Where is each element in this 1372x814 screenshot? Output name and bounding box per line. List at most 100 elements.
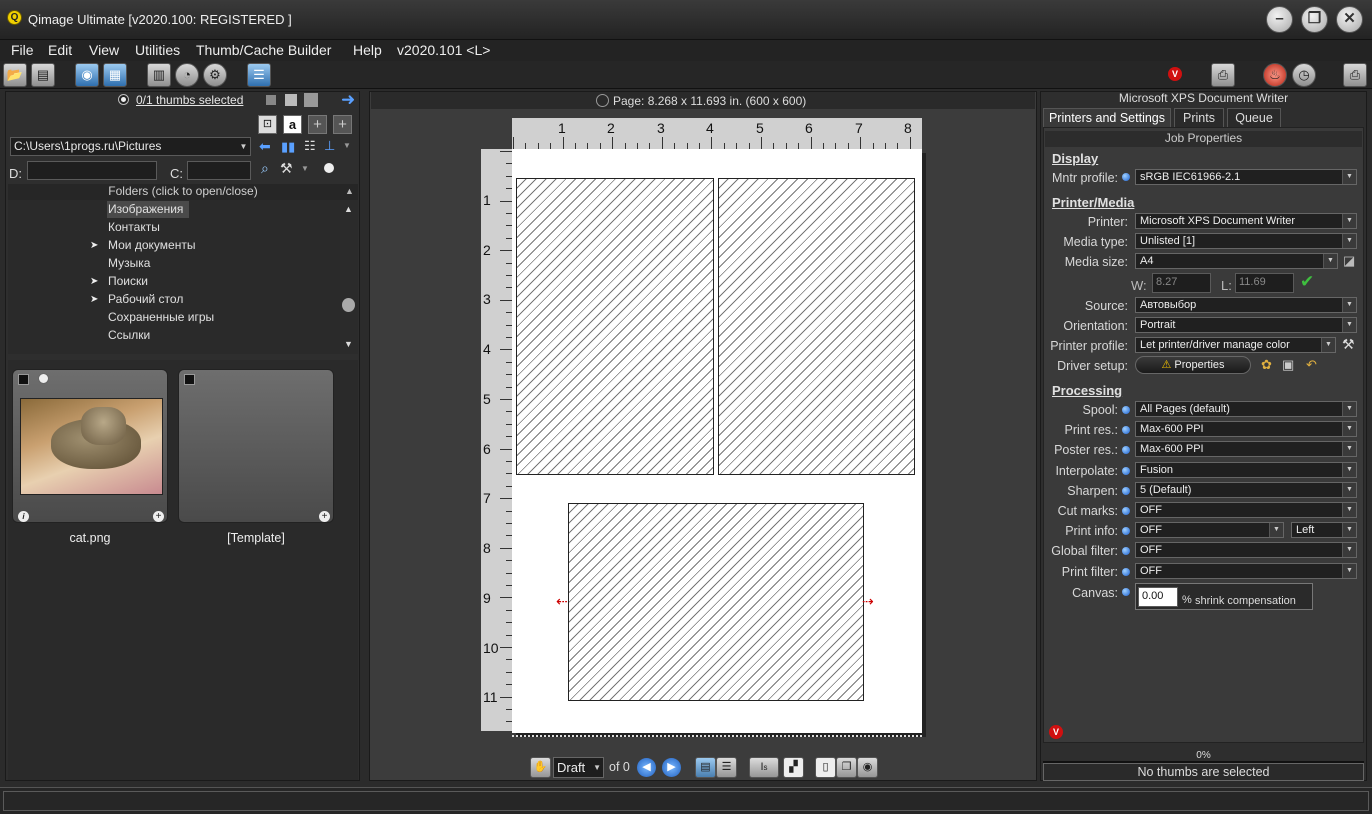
thumb-add-icon[interactable]: + [153,511,164,522]
print-res-select[interactable]: Max-600 PPI ▼ [1135,421,1357,438]
large-square-icon[interactable] [304,93,318,107]
thumb-radio[interactable] [38,373,49,384]
print-frame-2[interactable] [718,178,915,475]
open-folder-icon[interactable]: 📂 [3,63,27,87]
profile-tools-icon[interactable]: ⚒ [1342,336,1355,353]
folder-item[interactable]: Ссылки [108,328,150,342]
tab-prints[interactable]: Prints [1174,108,1224,127]
collapse-arrow-icon[interactable]: ▲ [345,186,354,196]
cut-marks-select[interactable]: OFF ▼ [1135,502,1357,518]
path-dropdown-arrow-icon[interactable]: ▼ [237,138,250,155]
folder-item[interactable]: Контакты [108,220,160,234]
select-radio-icon[interactable] [118,94,129,105]
tab-printers-settings[interactable]: Printers and Settings [1043,108,1171,127]
minimize-button[interactable]: – [1266,6,1293,33]
binoculars-icon[interactable]: ⌕ [261,160,269,177]
info-dot-icon[interactable] [1122,507,1130,515]
menu-view[interactable]: View [89,42,119,58]
length-field[interactable]: 11.69 [1235,273,1294,293]
orientation-select[interactable]: Portrait ▼ [1135,317,1357,333]
save-settings-icon[interactable]: ▣ [1282,357,1294,373]
path-field[interactable]: C:\Users\1progs.ru\Pictures [10,137,251,156]
info-icon[interactable]: i [18,511,29,522]
thumb-checkbox[interactable] [18,374,29,385]
global-filter-select[interactable]: OFF ▼ [1135,542,1357,559]
width-field[interactable]: 8.27 [1152,273,1211,293]
new-page-icon[interactable]: ▯ [815,757,836,778]
list-view-icon[interactable]: ☰ [716,757,737,778]
folder-item[interactable]: Поиски [108,274,148,288]
folder-item[interactable]: Мои документы [108,238,195,252]
thumb-card-template[interactable]: + [178,369,334,523]
folder-item[interactable]: Музыка [108,256,150,270]
menu-help[interactable]: Help [353,42,382,58]
menu-utilities[interactable]: Utilities [135,42,180,58]
printer-profile-select[interactable]: Let printer/driver manage color ▼ [1135,337,1336,353]
circle-tool-icon[interactable]: ◔ [175,63,199,87]
poster-res-select[interactable]: Max-600 PPI ▼ [1135,441,1357,458]
printer-select[interactable]: Microsoft XPS Document Writer ▼ [1135,213,1357,229]
hand-tool-icon[interactable]: ✋ [530,757,551,778]
text-a-icon[interactable]: a [283,115,302,134]
eye-icon[interactable]: ◉ [857,757,878,778]
sort-dropdown-icon[interactable]: ▼ [343,141,351,150]
queue-printer-icon[interactable]: ⎙ [1343,63,1367,87]
folder-expand-arrow-icon[interactable]: ➤ [90,276,98,287]
media-type-select[interactable]: Unlisted [1] ▼ [1135,233,1357,249]
cache-icon[interactable]: ▦ [103,63,127,87]
menu-edit[interactable]: Edit [48,42,72,58]
thumb-add-icon[interactable]: + [319,511,330,522]
checkmark-icon[interactable]: ✔ [1300,272,1314,292]
folder-item[interactable]: Изображения [108,202,183,216]
sort-icon[interactable]: ⊥ [324,138,335,154]
scroll-thumb[interactable] [342,298,355,312]
prev-page-icon[interactable]: ◀ [637,758,656,777]
scroll-up-icon[interactable]: ▲ [344,204,353,214]
text-tool-icon[interactable]: Is [749,757,779,778]
thumb-card-cat[interactable]: i + [12,369,168,523]
info-dot-icon[interactable] [1122,173,1130,181]
printer-icon[interactable]: ⎙ [1211,63,1235,87]
folder-expand-arrow-icon[interactable]: ➤ [90,240,98,251]
page-radio-icon[interactable] [596,94,609,107]
add-more-icon[interactable]: + [333,115,352,134]
info-dot-icon[interactable] [1122,567,1130,576]
info-dot-icon[interactable] [1122,486,1130,495]
menu-file[interactable]: File [11,42,34,58]
mntr-profile-select[interactable]: sRGB IEC61966-2.1 ▼ [1135,169,1357,185]
info-dot-icon[interactable] [1122,406,1130,414]
d-field[interactable] [27,161,157,180]
folders-header[interactable]: Folders (click to open/close) [8,184,358,200]
forward-arrow-icon[interactable]: ➜ [341,90,355,110]
folder-scrollbar[interactable]: ▲ ▼ [340,200,358,354]
properties-button[interactable]: ⚠ Properties [1135,356,1251,374]
open-settings-icon[interactable]: ✿ [1261,357,1272,373]
camera-icon[interactable]: ◉ [75,63,99,87]
gear-icon[interactable]: ⚙ [203,63,227,87]
tree-icon[interactable]: ☷ [304,138,316,154]
folder-item[interactable]: Рабочий стол [108,292,183,306]
spool-select[interactable]: All Pages (default) ▼ [1135,401,1357,417]
thumb-checkbox[interactable] [184,374,195,385]
print-frame-1[interactable] [516,178,714,475]
flame-icon[interactable]: ♨ [1263,63,1287,87]
restore-button[interactable]: ❐ [1301,6,1328,33]
medium-square-icon[interactable] [285,94,297,106]
print-info-position-select[interactable]: Left ▼ [1291,522,1357,538]
quality-select[interactable]: Draft ▼ [553,757,604,778]
canvas-field[interactable]: 0.00 [1138,587,1178,607]
undo-icon[interactable]: ↶ [1306,357,1317,373]
sharpen-select[interactable]: 5 (Default) ▼ [1135,481,1357,498]
menu-version[interactable]: v2020.101 <L> [397,42,490,58]
print-frame-3[interactable] [568,503,864,701]
book-icon[interactable]: ▮▮ [281,139,295,155]
single-page-view-icon[interactable]: ▤ [695,757,716,778]
next-page-icon[interactable]: ▶ [662,758,681,777]
folder-item[interactable]: Сохраненные игры [108,310,214,324]
tools-icon[interactable]: ⚒ [280,160,293,177]
refresh-dot-icon[interactable] [324,163,334,173]
media-size-edit-icon[interactable]: ◪ [1343,253,1355,269]
small-square-icon[interactable] [266,95,276,105]
crop-icon[interactable]: ▞ [783,757,804,778]
info-dot-icon[interactable] [1122,466,1130,475]
